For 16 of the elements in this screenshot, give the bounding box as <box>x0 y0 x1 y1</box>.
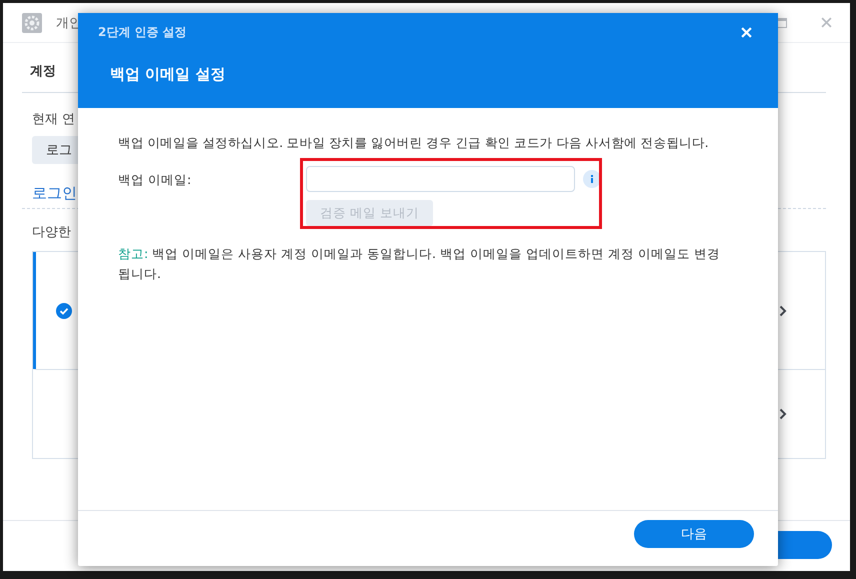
dialog-title: 2단계 인증 설정 <box>98 24 187 41</box>
description-text: 다양한 <box>32 224 71 241</box>
account-tab[interactable]: 계정 <box>30 64 56 79</box>
note-text: 참고: 백업 이메일은 사용자 계정 이메일과 동일합니다. 백업 이메일을 업데이트하면 계정 이메일도 변경됩니다. <box>118 245 721 283</box>
next-button[interactable]: 다음 <box>634 520 754 548</box>
intro-text: 백업 이메일을 설정하십시오. 모바일 장치를 잃어버린 경우 긴급 확인 코드가 다음 사서함에 전송됩니다. <box>118 135 710 152</box>
field-label: 백업 이메일: <box>118 171 192 189</box>
check-icon <box>56 302 72 318</box>
dialog-heading: 백업 이메일 설정 <box>110 65 226 84</box>
section-link[interactable]: 로그인 <box>32 184 77 203</box>
chevron-icon <box>779 304 787 316</box>
email-field[interactable] <box>306 166 575 192</box>
info-icon[interactable] <box>583 170 601 188</box>
chevron-icon <box>779 408 787 420</box>
current-label: 현재 연 <box>32 111 76 128</box>
gear-icon <box>22 12 42 32</box>
